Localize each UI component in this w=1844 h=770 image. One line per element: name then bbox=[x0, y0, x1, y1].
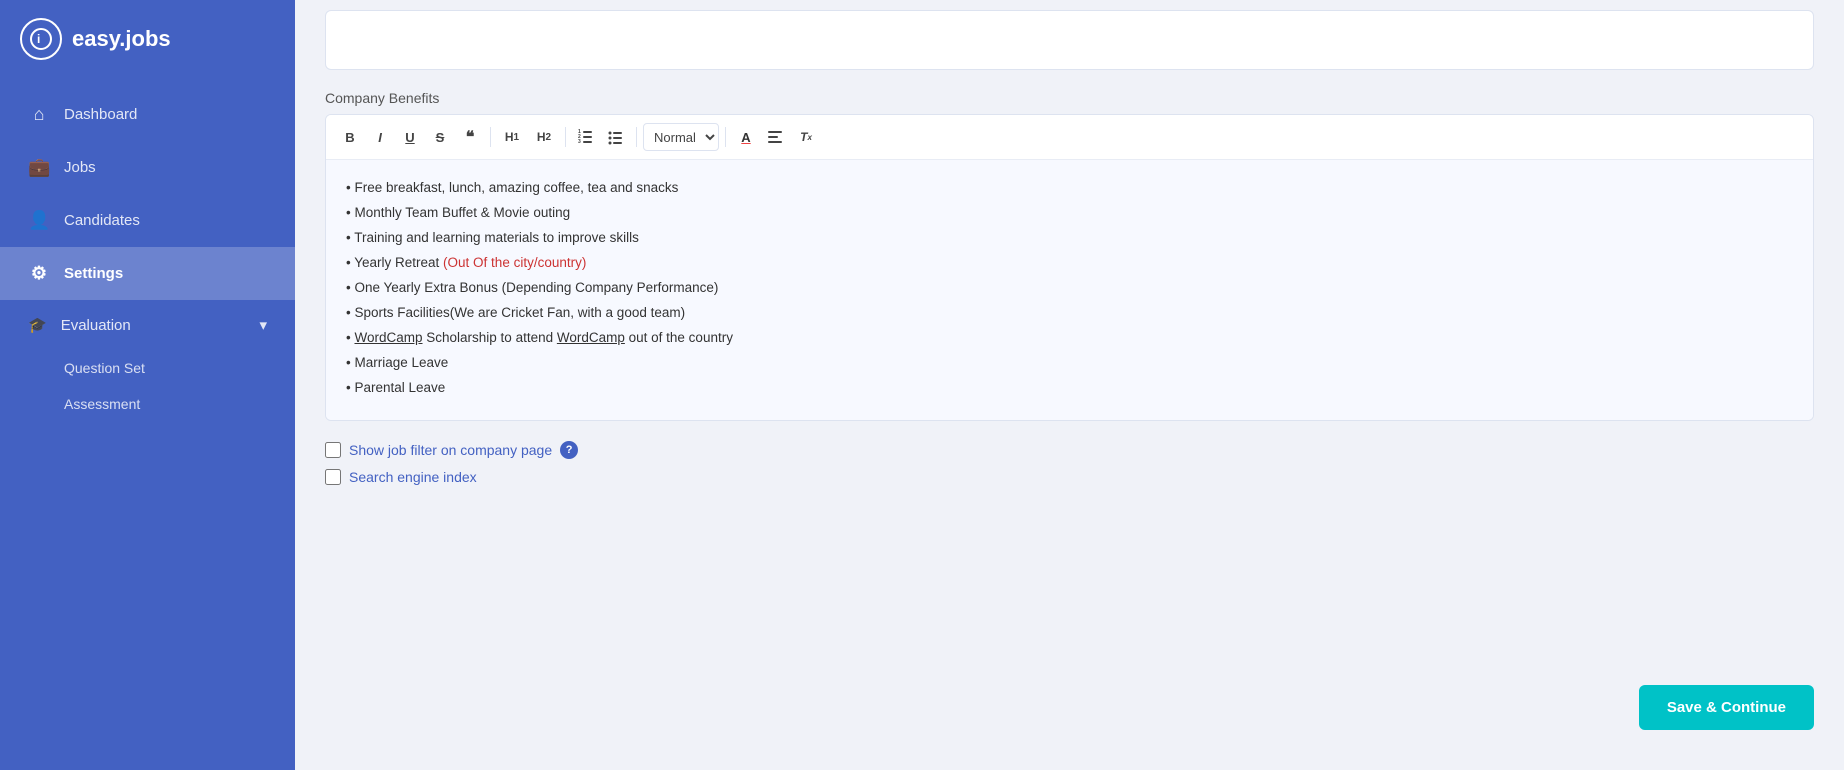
benefits-list: Free breakfast, lunch, amazing coffee, t… bbox=[346, 176, 1793, 400]
bold-button[interactable]: B bbox=[336, 123, 364, 151]
chevron-down-icon: ▾ bbox=[259, 316, 267, 334]
blockquote-button[interactable]: ❝ bbox=[456, 123, 484, 151]
list-item: Free breakfast, lunch, amazing coffee, t… bbox=[346, 176, 1793, 201]
toolbar-separator-2 bbox=[565, 127, 566, 147]
save-continue-button[interactable]: Save & Continue bbox=[1639, 685, 1814, 730]
ordered-list-button[interactable]: 123 bbox=[572, 123, 600, 151]
show-job-filter-label[interactable]: Show job filter on company page bbox=[349, 442, 552, 458]
show-job-filter-checkbox[interactable] bbox=[325, 442, 341, 458]
top-editor-area bbox=[325, 10, 1814, 70]
toolbar-separator-3 bbox=[636, 127, 637, 147]
help-icon[interactable]: ? bbox=[560, 441, 578, 459]
sidebar-item-candidates[interactable]: 👤 Candidates bbox=[0, 194, 295, 247]
list-item: Parental Leave bbox=[346, 376, 1793, 401]
h2-button[interactable]: H2 bbox=[529, 123, 559, 151]
toolbar-separator-4 bbox=[725, 127, 726, 147]
company-benefits-editor: B I U S ❝ H1 H2 123 Normal bbox=[325, 114, 1814, 421]
sidebar-item-evaluation[interactable]: 🎓 Evaluation ▾ bbox=[0, 300, 295, 350]
list-item: WordCamp Scholarship to attend WordCamp … bbox=[346, 326, 1793, 351]
logo-icon: i bbox=[20, 18, 62, 60]
strikethrough-button[interactable]: S bbox=[426, 123, 454, 151]
sidebar-nav: ⌂ Dashboard 💼 Jobs 👤 Candidates ⚙ Settin… bbox=[0, 88, 295, 422]
text-color-button[interactable]: A bbox=[732, 123, 760, 151]
sidebar-item-assessment[interactable]: Assessment bbox=[0, 386, 295, 422]
checkboxes-area: Show job filter on company page ? Search… bbox=[325, 441, 1814, 485]
list-item: Yearly Retreat (Out Of the city/country) bbox=[346, 251, 1793, 276]
list-item: Marriage Leave bbox=[346, 351, 1793, 376]
evaluation-submenu: Question Set Assessment bbox=[0, 350, 295, 422]
evaluation-icon: 🎓 bbox=[28, 316, 47, 334]
svg-text:i: i bbox=[37, 32, 40, 46]
search-engine-index-row: Search engine index bbox=[325, 469, 1814, 485]
format-select[interactable]: Normal bbox=[643, 123, 719, 151]
sidebar-item-dashboard[interactable]: ⌂ Dashboard bbox=[0, 88, 295, 141]
sidebar-item-label: Jobs bbox=[64, 159, 96, 176]
sidebar-item-question-set[interactable]: Question Set bbox=[0, 350, 295, 386]
search-engine-index-label[interactable]: Search engine index bbox=[349, 469, 477, 485]
italic-button[interactable]: I bbox=[366, 123, 394, 151]
home-icon: ⌂ bbox=[28, 104, 50, 125]
list-item: Training and learning materials to impro… bbox=[346, 226, 1793, 251]
unordered-list-button[interactable] bbox=[602, 123, 630, 151]
settings-icon: ⚙ bbox=[28, 263, 50, 284]
search-engine-index-checkbox[interactable] bbox=[325, 469, 341, 485]
sidebar-item-label: Evaluation bbox=[61, 317, 131, 334]
underline-button[interactable]: U bbox=[396, 123, 424, 151]
editor-content-area[interactable]: Free breakfast, lunch, amazing coffee, t… bbox=[326, 160, 1813, 420]
show-job-filter-row: Show job filter on company page ? bbox=[325, 441, 1814, 459]
sidebar-item-jobs[interactable]: 💼 Jobs bbox=[0, 141, 295, 194]
list-item: One Yearly Extra Bonus (Depending Compan… bbox=[346, 276, 1793, 301]
jobs-icon: 💼 bbox=[28, 157, 50, 178]
candidates-icon: 👤 bbox=[28, 210, 50, 231]
clear-format-button[interactable]: Tx bbox=[792, 123, 820, 151]
toolbar-separator bbox=[490, 127, 491, 147]
save-btn-area: Save & Continue bbox=[1609, 675, 1844, 740]
svg-text:3: 3 bbox=[578, 139, 581, 145]
sidebar-item-label: Candidates bbox=[64, 212, 140, 229]
company-benefits-label: Company Benefits bbox=[325, 90, 1814, 106]
list-item: Sports Facilities(We are Cricket Fan, wi… bbox=[346, 301, 1793, 326]
sidebar-item-settings[interactable]: ⚙ Settings bbox=[0, 247, 295, 300]
main-content: Company Benefits B I U S ❝ H1 H2 123 bbox=[295, 0, 1844, 770]
align-button[interactable] bbox=[762, 123, 790, 151]
list-item: Monthly Team Buffet & Movie outing bbox=[346, 201, 1793, 226]
sidebar: i easy.jobs ⌂ Dashboard 💼 Jobs 👤 Candida… bbox=[0, 0, 295, 770]
h1-button[interactable]: H1 bbox=[497, 123, 527, 151]
sidebar-item-label: Dashboard bbox=[64, 106, 137, 123]
app-name: easy.jobs bbox=[72, 26, 171, 52]
app-logo[interactable]: i easy.jobs bbox=[0, 0, 295, 78]
sidebar-item-label: Settings bbox=[64, 265, 123, 282]
editor-toolbar: B I U S ❝ H1 H2 123 Normal bbox=[326, 115, 1813, 160]
